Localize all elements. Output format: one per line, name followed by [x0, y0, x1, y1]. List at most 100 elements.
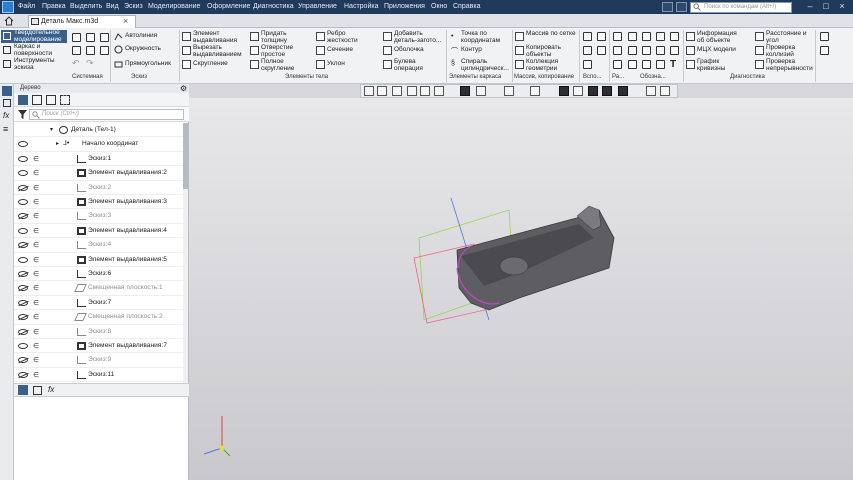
menu-drawing[interactable]: Оформление — [207, 3, 250, 10]
visibility-icon[interactable] — [18, 155, 28, 162]
visibility-icon[interactable] — [18, 256, 28, 263]
tree-row-sketch[interactable]: ∈ Эскиз:8 — [14, 325, 184, 339]
menu-edit[interactable]: Правка — [42, 3, 66, 10]
tree-row-sketch[interactable]: ∈ Эскиз:7 — [14, 296, 184, 311]
perspective-icon[interactable] — [573, 86, 583, 96]
tree-row-origin[interactable]: ▸ ⅃• Начало координат — [14, 137, 184, 152]
distance-angle-button[interactable]: Расстояние и угол — [755, 30, 817, 44]
menu-manage[interactable]: Управление — [298, 3, 337, 10]
mark-icon[interactable] — [642, 46, 651, 55]
menu-help[interactable]: Справка — [453, 3, 480, 10]
zoom-icon[interactable] — [392, 86, 402, 96]
properties-panel-icon[interactable]: ≡ — [3, 124, 8, 134]
undo-icon[interactable]: ↶ — [72, 58, 80, 69]
tree-group-icon[interactable] — [46, 95, 56, 105]
dimension-icon[interactable] — [613, 32, 622, 41]
tolerance-icon[interactable] — [670, 32, 679, 41]
hidden-icon[interactable] — [18, 328, 28, 335]
tree-structure-icon[interactable] — [18, 95, 28, 105]
layers-panel-icon[interactable] — [3, 99, 11, 107]
open-document-icon[interactable] — [86, 33, 95, 42]
tree-row-offset-plane[interactable]: ∈ Смещенная плоскость:2 — [14, 310, 184, 325]
tree-history-icon[interactable] — [32, 95, 42, 105]
tree-row-sketch[interactable]: ∈ Эскиз:11 — [14, 368, 184, 383]
tree-row-extrude[interactable]: ∈ Элемент выдавливания:4 — [14, 224, 184, 239]
home-icon[interactable] — [4, 16, 14, 26]
grid-array-button[interactable]: Массив по сетке — [515, 30, 577, 38]
thread-icon[interactable] — [656, 46, 665, 55]
selection-icon[interactable] — [646, 86, 656, 96]
hidden-icon[interactable] — [18, 299, 28, 306]
tab-close-icon[interactable]: × — [123, 16, 128, 26]
copy-objects-button[interactable]: Копировать объекты — [515, 44, 577, 58]
view-frame-icon[interactable] — [364, 86, 374, 96]
designation-icon[interactable] — [628, 32, 637, 41]
axis-icon[interactable] — [597, 32, 606, 41]
display-mode-icon[interactable] — [476, 86, 486, 96]
layout-toggle-icon[interactable] — [676, 2, 687, 12]
tree-row-sketch[interactable]: ∈ Эскиз:9 — [14, 353, 184, 368]
hidden-icon[interactable] — [18, 314, 28, 321]
pan-icon[interactable] — [407, 86, 417, 96]
hidden-icon[interactable] — [18, 371, 28, 378]
copy-icon[interactable] — [86, 46, 95, 55]
rotate-icon[interactable] — [420, 86, 430, 96]
tab-document[interactable]: Деталь Макс.m3d — [28, 15, 136, 28]
ribbon-extra2-icon[interactable] — [820, 46, 829, 55]
tree-search-input[interactable]: Поиск (Ctrl+/) — [29, 109, 184, 120]
hidden-icon[interactable] — [18, 285, 28, 292]
collapse-icon[interactable]: ▸ — [56, 137, 59, 151]
orientation-icon[interactable] — [434, 86, 444, 96]
label-icon[interactable] — [656, 60, 665, 69]
tree-row-sketch[interactable]: ∈ Эскиз:1 — [14, 152, 184, 167]
menu-file[interactable]: Файл — [18, 3, 35, 10]
model-canvas[interactable] — [189, 98, 853, 480]
bottom-layers-icon[interactable] — [33, 386, 42, 395]
view-cube-icon[interactable] — [460, 86, 470, 96]
hidden-icon[interactable] — [18, 242, 28, 249]
tree-filter-icon[interactable] — [18, 110, 27, 119]
tree-settings-icon[interactable]: ⚙ — [180, 84, 187, 93]
snap-icon[interactable] — [559, 86, 569, 96]
paste-icon[interactable] — [100, 46, 109, 55]
print-icon[interactable] — [100, 33, 109, 42]
tree-scrollbar-thumb[interactable] — [183, 123, 188, 189]
visibility-icon[interactable] — [18, 141, 28, 148]
variables-panel-icon[interactable]: fx — [3, 111, 9, 120]
menu-select[interactable]: Выделить — [70, 3, 102, 10]
wire-view-icon[interactable] — [602, 86, 612, 96]
bottom-variables-icon[interactable]: fx — [48, 385, 54, 394]
symbol-icon[interactable] — [642, 60, 651, 69]
collision-check-button[interactable]: Проверка коллизий — [755, 44, 817, 58]
point-by-coords-button[interactable]: Точка по координатам — [450, 30, 512, 44]
extrude-button[interactable]: Элемент выдавливания — [182, 30, 242, 44]
table-icon[interactable] — [628, 60, 637, 69]
base-icon[interactable] — [628, 46, 637, 55]
tree-row-sketch[interactable]: ∈ Эскиз:3 — [14, 209, 184, 224]
weld-icon[interactable] — [670, 46, 679, 55]
menu-sketch[interactable]: Эскиз — [124, 3, 143, 10]
visibility-icon[interactable] — [18, 227, 28, 234]
menu-view[interactable]: Вид — [106, 3, 119, 10]
hidden-icon[interactable] — [18, 184, 28, 191]
filter-icon[interactable] — [618, 86, 628, 96]
menu-modeling[interactable]: Моделирование — [148, 3, 200, 10]
expand-icon[interactable]: ▾ — [50, 123, 53, 137]
add-blank-part-button[interactable]: Добавить деталь-загото... — [383, 30, 447, 44]
menu-window[interactable]: Окно — [431, 3, 447, 10]
maximize-icon[interactable]: □ — [820, 2, 832, 12]
panel-toggle-icon[interactable] — [662, 2, 673, 12]
roughness-icon[interactable] — [656, 32, 665, 41]
origin-icon[interactable] — [377, 86, 387, 96]
hidden-icon[interactable] — [18, 213, 28, 220]
ribbon-extra-icon[interactable] — [820, 32, 829, 41]
menu-apps[interactable]: Приложения — [384, 3, 425, 10]
angle-plane-icon[interactable] — [597, 46, 606, 55]
hidden-icon[interactable] — [18, 357, 28, 364]
tree-panel-icon[interactable] — [2, 86, 12, 96]
radius-icon[interactable] — [613, 46, 622, 55]
menu-settings[interactable]: Настройка — [344, 3, 378, 10]
plane-icon[interactable] — [583, 32, 592, 41]
line-icon[interactable] — [583, 60, 592, 69]
hidden-lines-icon[interactable] — [504, 86, 514, 96]
